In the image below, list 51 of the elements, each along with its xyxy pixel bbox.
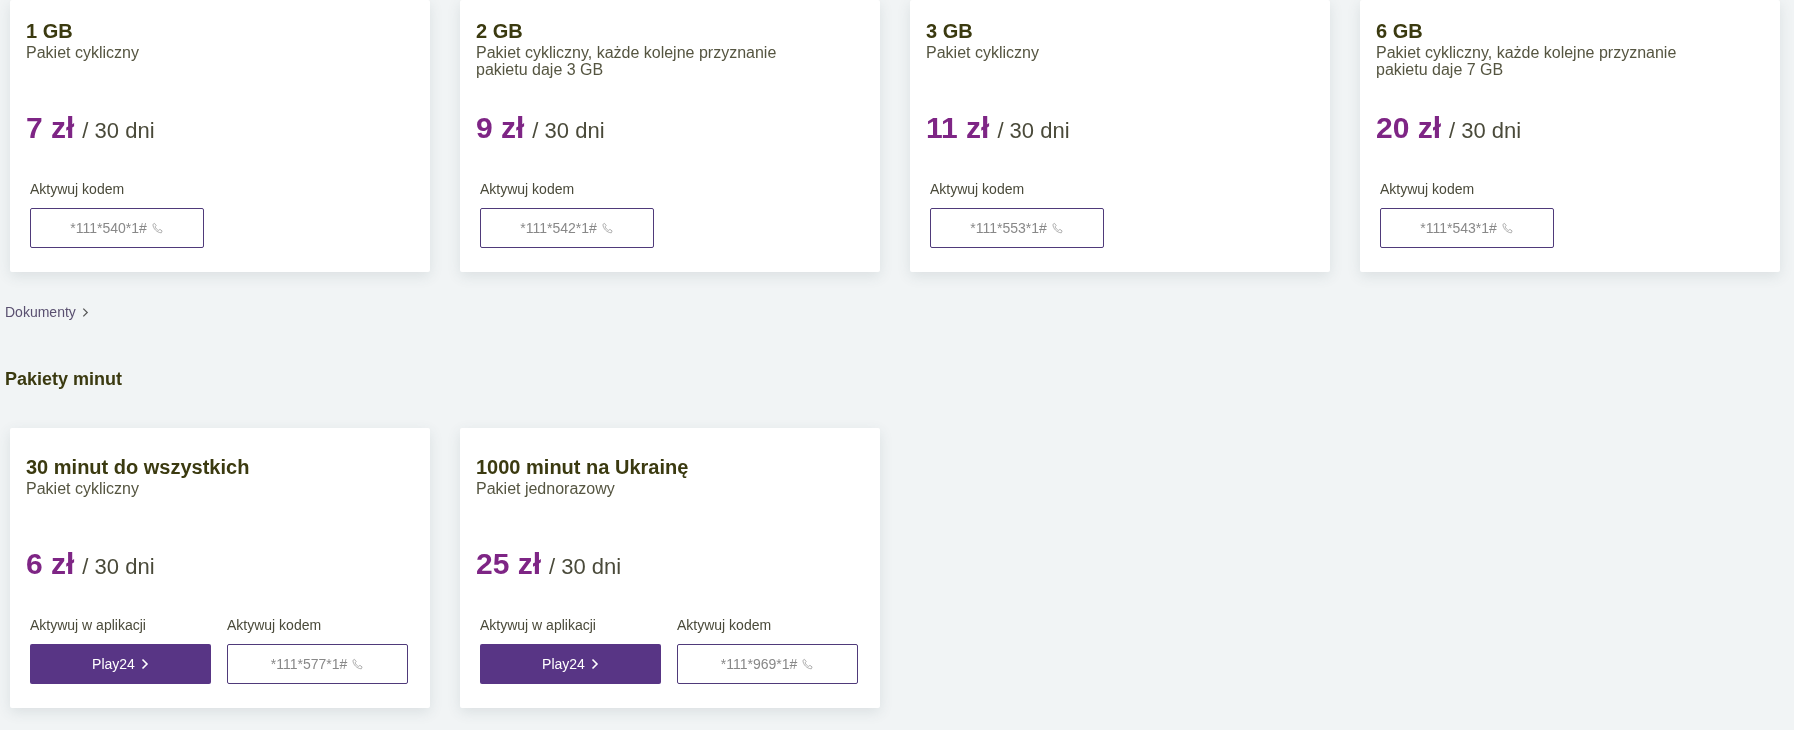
package-title: 3 GB (926, 19, 974, 44)
app-button[interactable]: Play24 (30, 644, 211, 684)
package-price: 11 zł (926, 110, 990, 146)
price-period: / 30 dni (549, 553, 622, 581)
phone-icon (801, 657, 815, 671)
phone-icon (1500, 221, 1514, 235)
package-description: Pakiet cykliczny (926, 44, 1040, 61)
price-period: / 30 dni (532, 117, 605, 145)
package-price: 25 zł (476, 546, 542, 582)
documents-link[interactable]: Dokumenty (5, 302, 89, 322)
package-title: 30 minut do wszystkich (26, 455, 251, 480)
price-period: / 30 dni (82, 117, 155, 145)
ussd-code-button[interactable]: *111*540*1# (30, 208, 204, 248)
chevron-icon (590, 658, 599, 670)
package-title: 1 GB (26, 19, 74, 44)
activation-label: Aktywuj kodem (227, 616, 323, 634)
package-price: 20 zł (1376, 110, 1442, 146)
ussd-code-button[interactable]: *111*553*1# (930, 208, 1104, 248)
package-description: Pakiet jednorazowy (476, 480, 616, 497)
ussd-code-button[interactable]: *111*577*1# (227, 644, 408, 684)
activation-label: Aktywuj kodem (480, 180, 576, 198)
price-period: / 30 dni (1449, 117, 1522, 145)
phone-icon (600, 221, 614, 235)
package-description: Pakiet cykliczny (26, 480, 140, 497)
activation-label: Aktywuj kodem (930, 180, 1026, 198)
package-description: Pakiet cykliczny (26, 44, 140, 61)
section-heading: Pakiety minut (5, 368, 124, 390)
activation-label: Aktywuj kodem (677, 616, 773, 634)
package-description: Pakiet cykliczny, każde kolejne przyznanie pakietu daje 7 GB (1376, 44, 1678, 78)
activation-label: Aktywuj w aplikacji (30, 616, 147, 634)
phone-icon (1050, 221, 1064, 235)
price-period: / 30 dni (997, 117, 1070, 145)
package-price: 9 zł (476, 110, 525, 146)
ussd-code-button[interactable]: *111*969*1# (677, 644, 858, 684)
package-price: 6 zł (26, 546, 75, 582)
ussd-code-button[interactable]: *111*543*1# (1380, 208, 1554, 248)
package-price: 7 zł (26, 110, 75, 146)
activation-label: Aktywuj w aplikacji (480, 616, 597, 634)
package-description: Pakiet cykliczny, każde kolejne przyznanie pakietu daje 3 GB (476, 44, 778, 78)
phone-icon (351, 657, 365, 671)
chevron-icon (140, 658, 149, 670)
activation-label: Aktywuj kodem (30, 180, 126, 198)
package-title: 6 GB (1376, 19, 1424, 44)
price-period: / 30 dni (82, 553, 155, 581)
chevron-icon (81, 306, 89, 318)
package-title: 1000 minut na Ukrainę (476, 455, 690, 480)
phone-icon (150, 221, 164, 235)
package-title: 2 GB (476, 19, 524, 44)
app-button[interactable]: Play24 (480, 644, 661, 684)
ussd-code-button[interactable]: *111*542*1# (480, 208, 654, 248)
activation-label: Aktywuj kodem (1380, 180, 1476, 198)
